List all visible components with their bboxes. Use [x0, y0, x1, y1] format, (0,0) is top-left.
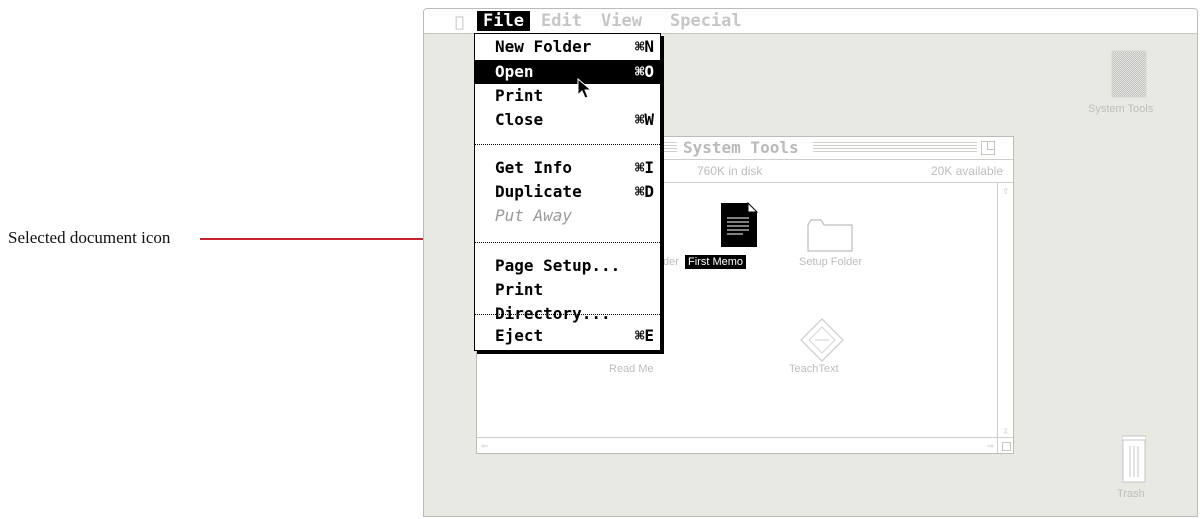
- menu-separator: [475, 242, 660, 243]
- shortcut: ⌘E: [634, 326, 654, 345]
- menu-item-close[interactable]: Close ⌘W: [475, 108, 660, 132]
- teachtext-label: TeachText: [789, 363, 839, 375]
- read-me-label: Read Me: [609, 363, 654, 375]
- menu-separator: [475, 314, 660, 315]
- shortcut: ⌘O: [634, 62, 654, 81]
- available-space: 20K available: [930, 164, 1003, 178]
- shortcut: ⌘N: [634, 37, 654, 56]
- trash-icon[interactable]: [1122, 435, 1146, 483]
- zoom-box-icon[interactable]: [981, 141, 995, 155]
- shortcut: ⌘W: [634, 110, 654, 129]
- document-icon[interactable]: [718, 201, 760, 249]
- mouse-pointer-icon: [577, 78, 593, 99]
- menu-item-print[interactable]: Print: [475, 84, 660, 108]
- menu-view[interactable]: View: [595, 11, 648, 31]
- menu-item-open[interactable]: Open ⌘O: [475, 60, 660, 84]
- scroll-down-icon[interactable]: ⇩: [998, 423, 1013, 438]
- menu-item-put-away: Put Away: [495, 206, 573, 225]
- document-label[interactable]: First Memo: [685, 255, 746, 269]
- menu-separator: [475, 144, 660, 145]
- menu-special[interactable]: Special: [664, 11, 748, 31]
- folder-icon[interactable]: [806, 217, 854, 253]
- menu-file[interactable]: File: [477, 11, 530, 31]
- folder-label-partial: der: [663, 256, 679, 268]
- menu-item-page-setup[interactable]: Page Setup...: [475, 254, 660, 278]
- callout-label: Selected document icon: [8, 228, 171, 247]
- shortcut: ⌘D: [634, 182, 654, 201]
- shortcut: ⌘I: [634, 158, 654, 177]
- teachtext-icon[interactable]: [799, 317, 845, 363]
- menu-item-print-directory[interactable]: Print Directory...: [475, 278, 660, 323]
- menu-item-new-folder[interactable]: New Folder ⌘N: [475, 35, 660, 59]
- menu-bar:  File Edit View Special: [424, 9, 1197, 34]
- window-title: System Tools: [677, 137, 805, 159]
- apple-menu-icon[interactable]: : [455, 13, 464, 31]
- setup-folder-label: Setup Folder: [799, 256, 862, 268]
- horizontal-scrollbar[interactable]: ⇦ ⇨: [477, 437, 998, 453]
- disk-icon[interactable]: [1111, 50, 1147, 98]
- menu-item-eject[interactable]: Eject ⌘E: [475, 324, 660, 348]
- vertical-scrollbar[interactable]: ⇧ ⇩: [997, 183, 1013, 438]
- size-box-icon[interactable]: [997, 437, 1013, 453]
- disk-usage: 760K in disk: [697, 164, 763, 178]
- title-stripes-right: [813, 142, 977, 154]
- scroll-up-icon[interactable]: ⇧: [998, 183, 1013, 198]
- menu-edit[interactable]: Edit: [535, 11, 588, 31]
- trash-label: Trash: [1117, 488, 1145, 500]
- scroll-right-icon[interactable]: ⇨: [983, 438, 998, 453]
- menu-item-get-info[interactable]: Get Info ⌘I: [475, 156, 660, 180]
- menu-item-duplicate[interactable]: Duplicate ⌘D: [475, 180, 660, 204]
- disk-label: System Tools: [1088, 103, 1154, 115]
- scroll-left-icon[interactable]: ⇦: [477, 438, 492, 453]
- file-menu-dropdown: New Folder ⌘N Open ⌘O Print Close ⌘W Get…: [474, 33, 661, 351]
